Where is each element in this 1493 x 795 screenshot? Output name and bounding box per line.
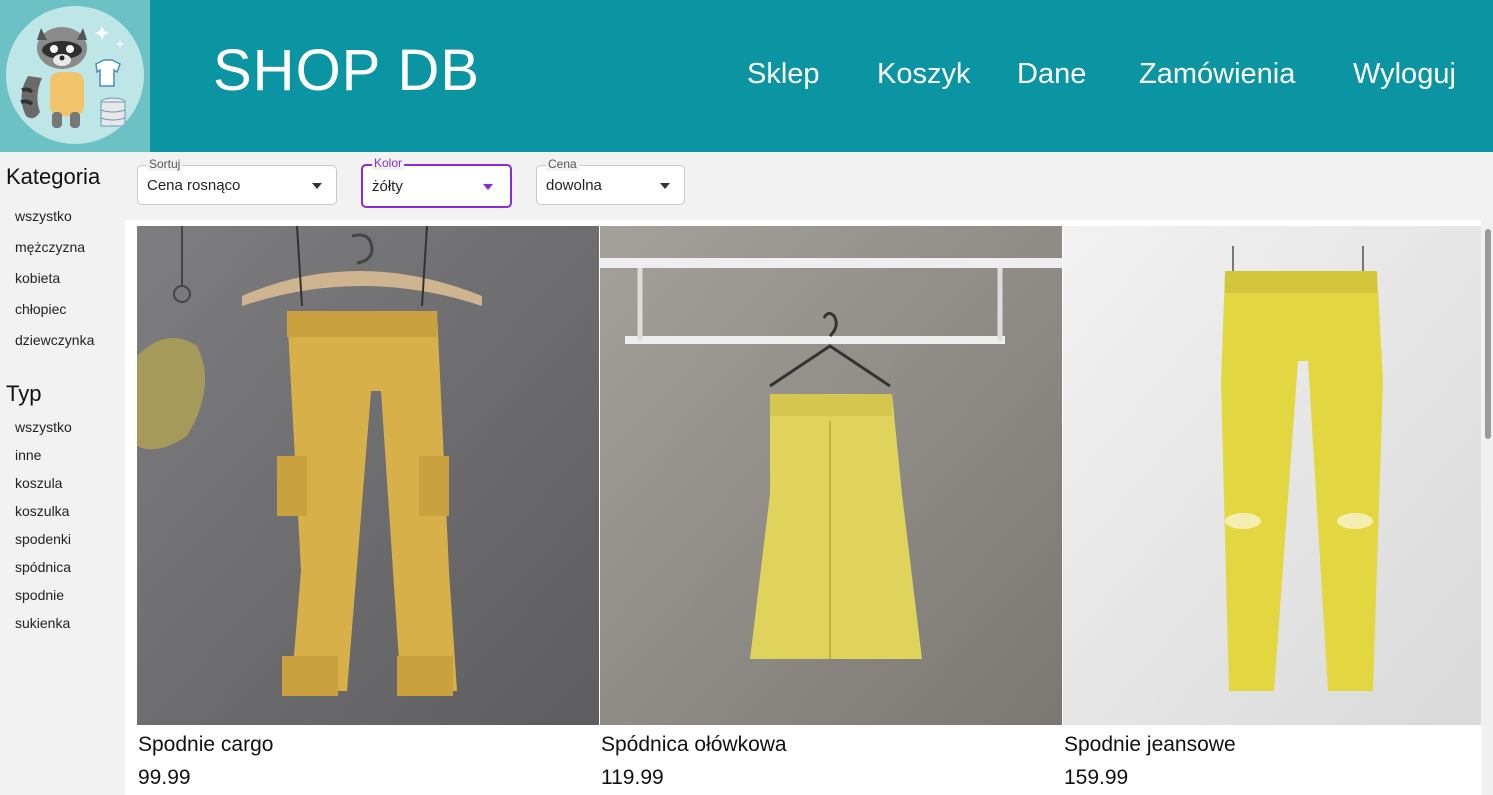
sort-label: Sortuj [147, 157, 183, 171]
type-heading: Typ [6, 381, 42, 406]
product-price: 99.99 [138, 766, 191, 789]
product-image[interactable] [1063, 226, 1481, 725]
type-inne[interactable]: inne [15, 448, 41, 462]
chevron-down-icon [660, 183, 670, 189]
category-chlopiec[interactable]: chłopiec [15, 302, 66, 316]
nav-wyloguj[interactable]: Wyloguj [1353, 60, 1456, 89]
product-image[interactable] [137, 226, 599, 725]
price-label: Cena [546, 157, 579, 171]
product-price: 119.99 [601, 766, 664, 789]
nav-dane[interactable]: Dane [1017, 60, 1086, 89]
type-koszula[interactable]: koszula [15, 476, 62, 490]
scrollbar-thumb[interactable] [1485, 229, 1491, 439]
sort-select[interactable]: Sortuj Cena rosnąco [137, 157, 337, 205]
color-label: Kolor [372, 156, 405, 170]
nav-koszyk[interactable]: Koszyk [877, 60, 970, 89]
product-name[interactable]: Spodnie cargo [138, 734, 273, 755]
filter-sidebar: Kategoria wszystko mężczyzna kobieta chł… [0, 152, 125, 795]
category-dziewczynka[interactable]: dziewczynka [15, 333, 94, 347]
top-header: SHOP DB Sklep Koszyk Dane Zamówienia Wyl… [0, 0, 1493, 152]
category-wszystko[interactable]: wszystko [15, 209, 72, 223]
type-wszystko[interactable]: wszystko [15, 420, 72, 434]
sort-value: Cena rosnąco [147, 177, 241, 194]
product-price: 159.99 [1064, 766, 1129, 789]
category-heading: Kategoria [6, 164, 101, 189]
chevron-down-icon [312, 183, 322, 189]
nav-zamowienia[interactable]: Zamówienia [1139, 60, 1295, 89]
main-nav: Sklep Koszyk Dane Zamówienia Wyloguj [0, 60, 1493, 100]
category-kobieta[interactable]: kobieta [15, 271, 60, 285]
type-sukienka[interactable]: sukienka [15, 616, 70, 630]
price-select[interactable]: Cena dowolna [536, 157, 685, 205]
product-name[interactable]: Spódnica ołówkowa [601, 734, 787, 755]
color-value: żółty [372, 178, 403, 195]
type-spodnie[interactable]: spodnie [15, 588, 64, 602]
product-image[interactable] [600, 226, 1062, 725]
color-select[interactable]: Kolor żółty [361, 156, 512, 208]
category-mezczyzna[interactable]: mężczyzna [15, 240, 85, 254]
type-spodenki[interactable]: spodenki [15, 532, 71, 546]
product-name[interactable]: Spodnie jeansowe [1064, 734, 1236, 755]
nav-sklep[interactable]: Sklep [747, 60, 820, 89]
page-scrollbar[interactable] [1483, 220, 1493, 795]
chevron-down-icon [483, 184, 493, 190]
product-grid: Spodnie cargo 99.99 Spódnica ołówkowa 11… [125, 220, 1481, 795]
type-koszulka[interactable]: koszulka [15, 504, 69, 518]
type-spodnica[interactable]: spódnica [15, 560, 71, 574]
price-value: dowolna [546, 177, 602, 194]
